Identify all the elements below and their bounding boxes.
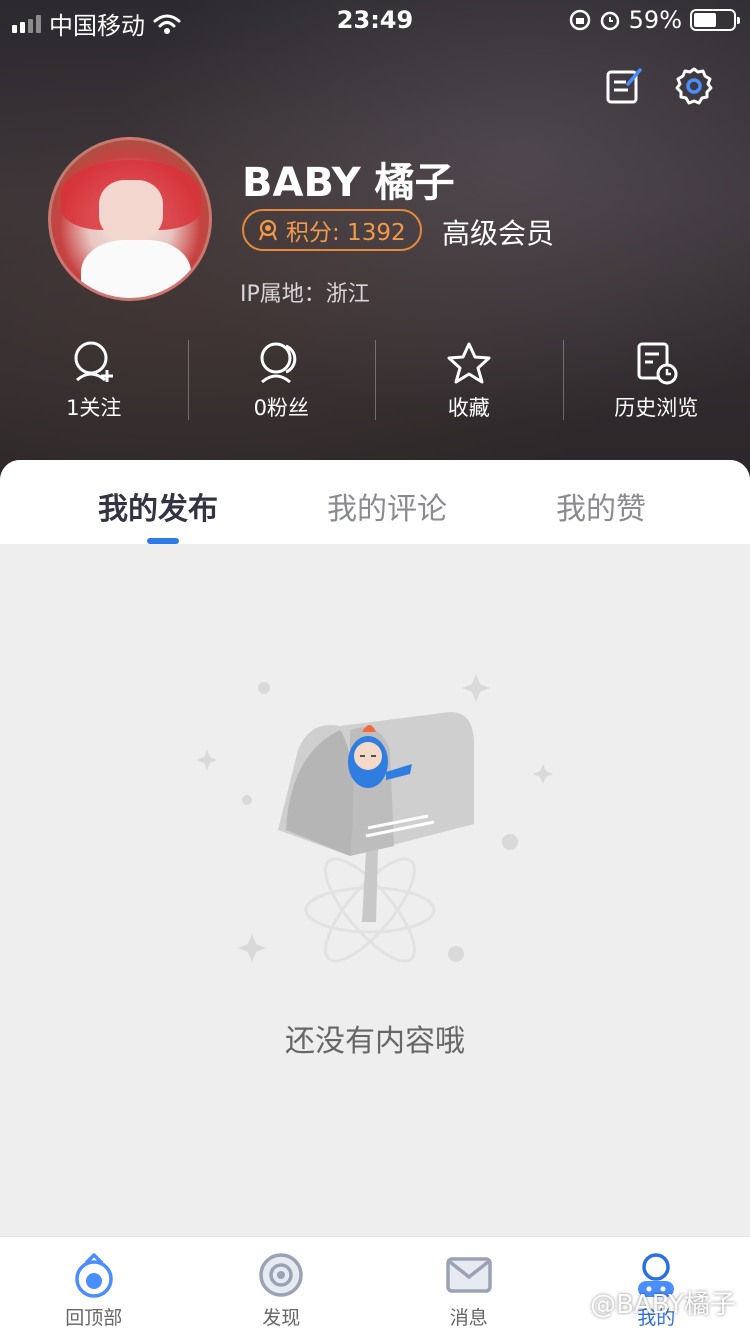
username: BABY 橘子 — [242, 160, 455, 206]
stat-history[interactable]: 历史浏览 — [562, 340, 750, 430]
stat-fans[interactable]: 0粉丝 — [187, 340, 376, 430]
content-panel: 我的发布 我的评论 我的赞 还没有内容哦 — [0, 460, 750, 1236]
stat-follow[interactable]: 1关注 — [0, 340, 188, 430]
profile-header: 中国移动 23:49 59% BABY 橘子 积分: 1392 高级会员 IP属… — [0, 0, 750, 500]
follow-icon — [74, 341, 113, 382]
stat-favorites-label: 收藏 — [447, 396, 490, 420]
rotation-lock-icon — [569, 9, 590, 31]
tab-my-likes[interactable]: 我的赞 — [556, 484, 646, 528]
points-badge[interactable]: 积分: 1392 — [242, 209, 422, 251]
content-tabs: 我的发布 我的评论 我的赞 — [0, 460, 750, 544]
avatar[interactable] — [48, 137, 212, 301]
star-icon — [447, 342, 491, 384]
tabbar-back-to-top[interactable]: 回顶部 — [0, 1237, 188, 1334]
edit-icon — [606, 68, 642, 104]
watermark: @BABY橘子 — [590, 1290, 736, 1320]
edit-profile-button[interactable] — [604, 66, 644, 106]
stat-follow-label: 1关注 — [66, 396, 122, 420]
status-right: 59% — [569, 6, 740, 34]
gear-icon — [675, 67, 713, 105]
battery-icon — [690, 9, 740, 31]
tabbar-back-to-top-label: 回顶部 — [65, 1307, 123, 1329]
member-level: 高级会员 — [442, 217, 555, 250]
stat-history-label: 历史浏览 — [614, 396, 699, 420]
stats-row: 1关注 0粉丝 收藏 历史浏览 — [0, 340, 750, 430]
message-icon — [446, 1257, 492, 1293]
tab-my-comments[interactable]: 我的评论 — [327, 484, 447, 528]
fans-icon — [260, 342, 297, 384]
tab-my-posts[interactable]: 我的发布 — [98, 484, 218, 528]
alarm-icon — [600, 11, 619, 31]
points-label: 积分: 1392 — [286, 220, 406, 246]
back-to-top-icon — [75, 1253, 113, 1298]
stat-fans-label: 0粉丝 — [253, 396, 309, 420]
empty-state-text: 还没有内容哦 — [285, 1024, 465, 1059]
tab-indicator — [147, 538, 179, 544]
medal-icon — [258, 219, 278, 241]
discover-icon — [259, 1253, 303, 1297]
header-actions — [604, 66, 714, 106]
empty-mailbox-illustration — [197, 674, 553, 963]
ip-location: IP属地：浙江 — [240, 282, 370, 307]
battery-percent: 59% — [628, 6, 682, 34]
stat-favorites[interactable]: 收藏 — [375, 340, 563, 430]
tabbar-messages-label: 消息 — [449, 1307, 488, 1329]
tabbar-discover[interactable]: 发现 — [188, 1237, 376, 1334]
settings-button[interactable] — [674, 66, 714, 106]
history-icon — [637, 342, 678, 385]
tabbar-messages[interactable]: 消息 — [375, 1237, 563, 1334]
status-bar: 中国移动 23:49 59% — [0, 0, 750, 40]
tabbar-discover-label: 发现 — [262, 1307, 301, 1329]
